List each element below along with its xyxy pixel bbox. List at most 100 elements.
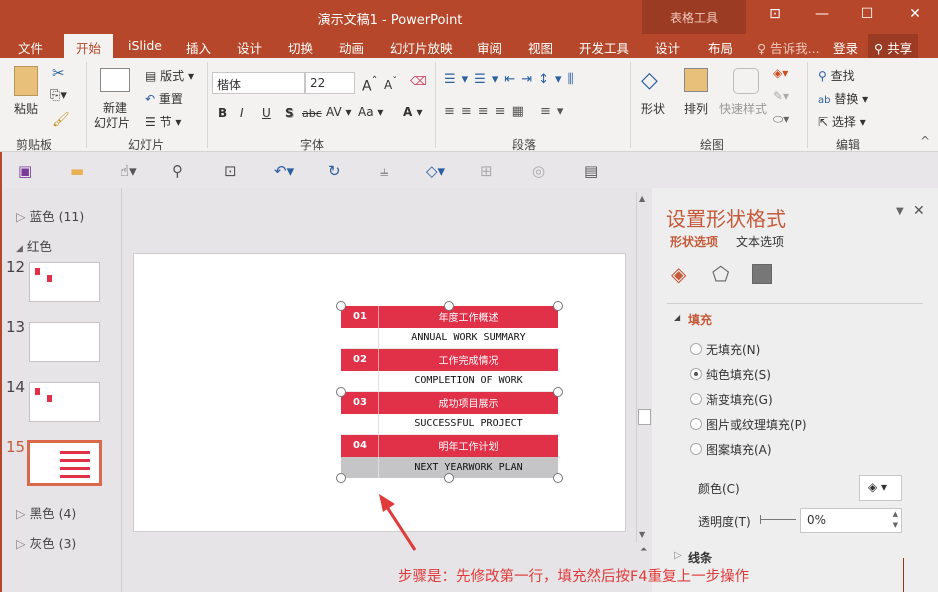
- print-preview-icon[interactable]: ⚲: [172, 162, 183, 180]
- tab-islide[interactable]: iSlide: [128, 38, 162, 53]
- collapse-ribbon-icon[interactable]: ^: [920, 134, 930, 148]
- fill-option-radio[interactable]: [690, 343, 702, 355]
- tab-design[interactable]: 设计: [237, 38, 262, 57]
- resize-handle[interactable]: [553, 301, 563, 311]
- slide-thumbnail-13[interactable]: [29, 322, 100, 362]
- tab-file[interactable]: 文件: [18, 38, 43, 57]
- group-icon[interactable]: ⊞: [480, 162, 493, 180]
- italic-button[interactable]: I: [240, 106, 244, 120]
- fill-option-radio[interactable]: [690, 393, 702, 405]
- resize-handle[interactable]: [444, 473, 454, 483]
- resize-handle[interactable]: [336, 387, 346, 397]
- tab-transitions[interactable]: 切换: [288, 38, 313, 57]
- collapse-fill-icon[interactable]: ◢: [674, 313, 680, 322]
- merge-shapes-icon[interactable]: ◎: [532, 162, 545, 180]
- tab-table-design[interactable]: 设计: [655, 38, 680, 57]
- slideshow-icon[interactable]: ⊡: [224, 162, 237, 180]
- pane-close-icon[interactable]: ✕: [913, 203, 925, 219]
- copy-icon[interactable]: ⎘▾: [50, 88, 67, 103]
- tab-animations[interactable]: 动画: [339, 38, 364, 57]
- undo-icon[interactable]: ↶▾: [274, 162, 294, 180]
- underline-button[interactable]: U: [262, 106, 271, 120]
- save-icon[interactable]: ▣: [18, 162, 32, 180]
- arrange-button[interactable]: 排列: [684, 100, 708, 117]
- tell-me-search[interactable]: ♀ 告诉我...: [757, 38, 820, 57]
- tab-home[interactable]: 开始: [64, 34, 113, 58]
- section-black[interactable]: ▷ 黑色 (4): [16, 503, 76, 522]
- effects-pentagon-icon[interactable]: ⬠: [712, 262, 729, 286]
- table-row[interactable]: 03成功项目展示: [341, 392, 558, 414]
- clear-formatting-icon[interactable]: ⌫: [410, 74, 427, 88]
- table[interactable]: 01年度工作概述ANNUAL WORK SUMMARY02工作完成情况COMPL…: [341, 306, 558, 478]
- table-row[interactable]: 04明年工作计划: [341, 435, 558, 457]
- font-name-select[interactable]: 楷体: [212, 72, 305, 94]
- transparency-slider[interactable]: [760, 519, 796, 520]
- section-red[interactable]: ◢ 红色: [16, 236, 52, 255]
- grow-font-icon[interactable]: Aˆ: [362, 74, 377, 95]
- list-buttons[interactable]: ☰▾☰▾⇤⇥↕▾⫼: [444, 72, 580, 87]
- previous-slide-icon[interactable]: ⏶: [640, 545, 647, 555]
- resize-handle[interactable]: [336, 301, 346, 311]
- shapes-button[interactable]: 形状: [641, 100, 665, 117]
- fill-option-radio[interactable]: [690, 418, 702, 430]
- section-button[interactable]: ☰ 节 ▾: [145, 113, 181, 130]
- quick-styles-button[interactable]: 快速样式: [719, 100, 767, 117]
- format-painter-icon[interactable]: 🖌: [52, 112, 70, 128]
- change-case-button[interactable]: Aa ▾: [358, 105, 383, 119]
- shrink-font-icon[interactable]: Aˇ: [384, 76, 397, 92]
- bold-button[interactable]: B: [218, 106, 227, 120]
- paste-icon[interactable]: [14, 66, 38, 96]
- slide-thumbnail-12[interactable]: [29, 262, 100, 302]
- fill-option-label[interactable]: 图片或纹理填充(P): [706, 416, 807, 433]
- scroll-up-icon[interactable]: ▲: [639, 194, 645, 203]
- font-color-button[interactable]: A ▾: [403, 105, 423, 119]
- shape-effects-icon[interactable]: ⬭▾: [773, 112, 789, 127]
- spinner-icon[interactable]: ▲▼: [893, 509, 898, 531]
- scrollbar-thumb[interactable]: [638, 409, 651, 425]
- transparency-slider-thumb[interactable]: [760, 515, 761, 524]
- arrange-icon[interactable]: [684, 68, 708, 92]
- fill-color-picker[interactable]: ◈ ▾: [859, 475, 902, 501]
- paste-button[interactable]: 粘贴: [14, 100, 38, 117]
- shadow-button[interactable]: S: [285, 106, 294, 120]
- redo-icon[interactable]: ↻: [328, 162, 341, 180]
- table-row[interactable]: COMPLETION OF WORK: [341, 371, 558, 393]
- resize-handle[interactable]: [336, 473, 346, 483]
- align-buttons[interactable]: ≡≡≡≡▦ ≡▾: [444, 104, 569, 119]
- find-button[interactable]: ⚲ 查找: [818, 67, 855, 84]
- fill-option-label[interactable]: 渐变填充(G): [706, 391, 773, 408]
- minimize-button[interactable]: —: [807, 6, 837, 22]
- slide-thumbnail-14[interactable]: [29, 382, 100, 422]
- line-section-header[interactable]: 线条: [688, 549, 712, 566]
- expand-line-icon[interactable]: ▷: [674, 550, 682, 561]
- cut-icon[interactable]: ✂: [52, 64, 65, 82]
- resize-handle[interactable]: [553, 387, 563, 397]
- new-slide-icon[interactable]: [100, 68, 130, 92]
- resize-handle[interactable]: [444, 301, 454, 311]
- tab-text-options[interactable]: 文本选项: [736, 233, 784, 250]
- tab-view[interactable]: 视图: [528, 38, 553, 57]
- textbox-icon[interactable]: ▤: [584, 162, 598, 180]
- fill-option-radio[interactable]: [690, 368, 702, 380]
- fill-line-icon[interactable]: ◈: [671, 262, 686, 286]
- tab-slideshow[interactable]: 幻灯片放映: [390, 38, 453, 57]
- tab-developer[interactable]: 开发工具: [579, 38, 629, 57]
- table-row[interactable]: SUCCESSFUL PROJECT: [341, 414, 558, 436]
- table-row[interactable]: 02工作完成情况: [341, 349, 558, 371]
- pane-options-icon[interactable]: ▼: [896, 206, 904, 217]
- table-row[interactable]: ANNUAL WORK SUMMARY: [341, 328, 558, 350]
- shape-fill-icon[interactable]: ◈▾: [773, 66, 788, 80]
- share-button[interactable]: ⚲ 共享: [868, 34, 918, 58]
- reset-button[interactable]: ↶ 重置: [145, 90, 183, 107]
- select-button[interactable]: ⇱ 选择 ▾: [818, 113, 866, 130]
- size-properties-icon[interactable]: [752, 264, 772, 284]
- scroll-down-icon[interactable]: ▼: [639, 530, 645, 539]
- close-button[interactable]: ✕: [900, 6, 930, 22]
- maximize-button[interactable]: ☐: [852, 6, 882, 22]
- tab-insert[interactable]: 插入: [186, 38, 211, 57]
- fill-option-label[interactable]: 纯色填充(S): [706, 366, 771, 383]
- open-folder-icon[interactable]: ▬: [70, 162, 84, 180]
- shape-outline-icon[interactable]: ✎▾: [773, 89, 789, 103]
- touch-mode-icon[interactable]: ☝▾: [120, 162, 137, 180]
- tab-review[interactable]: 审阅: [477, 38, 502, 57]
